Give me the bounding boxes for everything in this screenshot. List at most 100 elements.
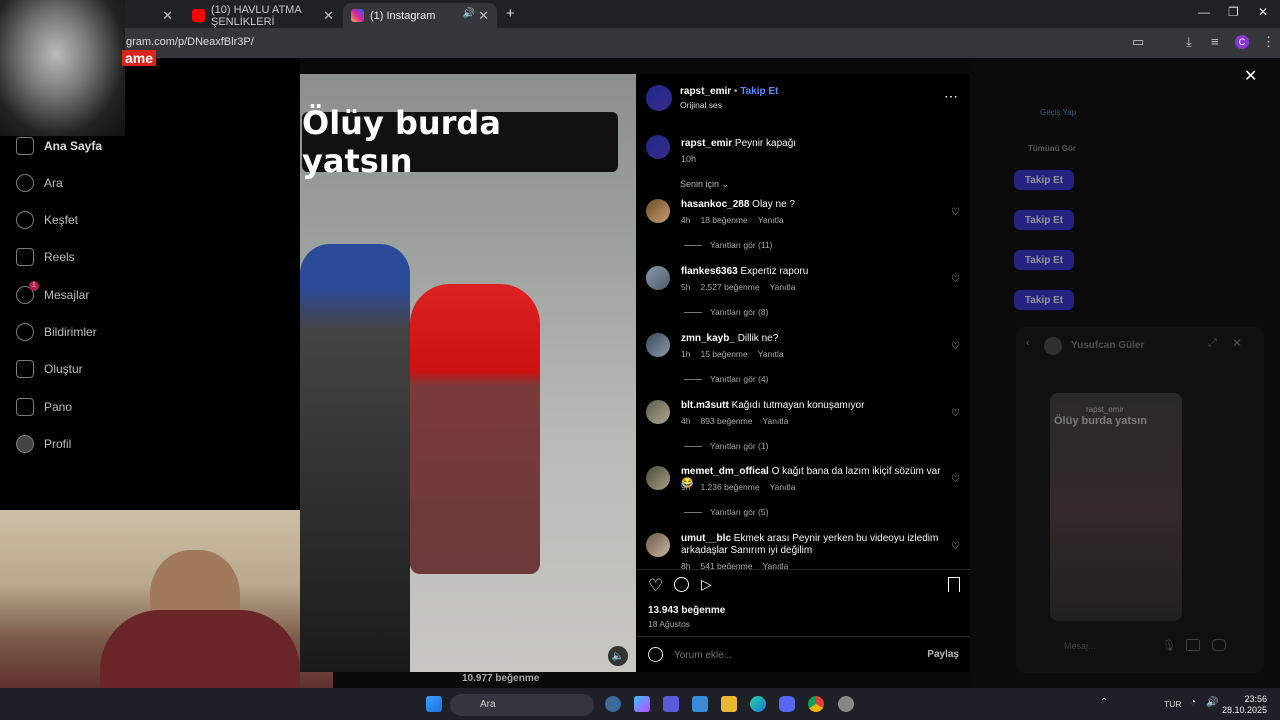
minimize-button[interactable]: — <box>1198 5 1210 19</box>
message-input[interactable]: Mesaj... <box>1064 641 1096 651</box>
sidebar-item-create[interactable]: Oluştur <box>16 360 83 378</box>
commenter-avatar[interactable] <box>646 266 670 290</box>
see-all-link[interactable]: Tümünü Gör <box>1028 144 1076 153</box>
close-tab-icon[interactable]: ✕ <box>323 8 334 24</box>
switch-account-link[interactable]: Geçiş Yap <box>1040 108 1076 117</box>
post-comment-button[interactable]: Paylaş <box>927 649 959 660</box>
microphone-icon[interactable]: 🎙 <box>1162 639 1176 652</box>
like-icon[interactable]: ♡ <box>648 576 663 596</box>
emoji-icon[interactable] <box>648 647 663 662</box>
menu-icon[interactable]: ⋮ <box>1262 34 1275 50</box>
comment-likes[interactable]: 15 beğenme <box>700 349 747 359</box>
author-avatar[interactable] <box>646 85 672 111</box>
like-comment-icon[interactable]: ♡ <box>951 474 960 485</box>
reply-button[interactable]: Yanıtla <box>770 482 796 492</box>
chat-avatar[interactable] <box>1044 337 1062 355</box>
suggest-follow-button[interactable]: Takip Et <box>1014 210 1074 230</box>
sort-dropdown[interactable]: Senin için ⌄ <box>680 179 729 190</box>
caption-username[interactable]: rapst_emir <box>681 138 732 149</box>
reply-button[interactable]: Yanıtla <box>770 282 796 292</box>
close-window-button[interactable]: ✕ <box>1258 5 1268 19</box>
like-comment-icon[interactable]: ♡ <box>951 408 960 419</box>
reply-button[interactable]: Yanıtla <box>758 349 784 359</box>
close-modal-icon[interactable]: ✕ <box>1244 66 1257 86</box>
suggest-follow-button[interactable]: Takip Et <box>1014 250 1074 270</box>
speaker-icon[interactable]: 🔊 <box>463 8 475 19</box>
new-tab-button[interactable]: + <box>506 5 515 22</box>
view-replies-button[interactable]: Yanıtları gör (5) <box>684 507 768 517</box>
media-icon[interactable]: ≡ <box>1211 34 1219 49</box>
tab-instagram[interactable]: (1) Instagram 🔊 ✕ <box>343 3 497 28</box>
sidebar-item-dashboard[interactable]: Pano <box>16 398 72 416</box>
commenter-username[interactable]: hasankoc_288 <box>681 199 749 210</box>
sidebar-item-messages[interactable]: 1 Mesajlar <box>16 281 89 304</box>
author-username[interactable]: rapst_emir <box>680 86 731 97</box>
view-replies-button[interactable]: Yanıtları gör (1) <box>684 441 768 451</box>
shared-reel-preview[interactable]: rapst_emir Ölüy burda yatsın <box>1050 393 1182 621</box>
image-icon[interactable] <box>1186 639 1200 651</box>
sidebar-item-search[interactable]: Ara <box>16 174 63 192</box>
commenter-username[interactable]: flankes6363 <box>681 266 738 277</box>
volume-icon[interactable]: 🔊 <box>1206 697 1218 708</box>
post-likes[interactable]: 13.943 beğenme <box>648 605 725 616</box>
commenter-username[interactable]: memet_dm_offical <box>681 466 769 477</box>
suggest-follow-button[interactable]: Takip Et <box>1014 290 1074 310</box>
wifi-icon[interactable]: ◔ <box>1190 697 1196 708</box>
commenter-username[interactable]: umut__blc <box>681 533 731 544</box>
discord-icon[interactable] <box>779 696 795 712</box>
reel-video[interactable]: Ölüy burda yatsın 🔈 <box>300 74 636 672</box>
copilot-icon[interactable] <box>634 696 650 712</box>
more-options-icon[interactable]: ⋯ <box>944 88 958 105</box>
close-chat-icon[interactable]: ✕ <box>1232 336 1242 350</box>
reply-button[interactable]: Yanıtla <box>762 416 788 426</box>
follow-button[interactable]: Takip Et <box>740 86 778 97</box>
share-icon[interactable]: ▷ <box>701 576 712 593</box>
chat-username[interactable]: Yusufcan Güler <box>1071 340 1144 351</box>
sticker-icon[interactable] <box>1212 639 1226 651</box>
commenter-username[interactable]: blt.m3sutt <box>681 400 729 411</box>
url-field[interactable]: gram.com/p/DNeaxfBlr3P/ <box>126 36 254 48</box>
comment-likes[interactable]: 893 beğenme <box>700 416 752 426</box>
close-tab-icon[interactable]: ✕ <box>478 8 489 24</box>
comment-likes[interactable]: 1.236 beğenme <box>700 482 759 492</box>
commenter-avatar[interactable] <box>646 333 670 357</box>
profile-avatar[interactable]: C <box>1235 35 1249 49</box>
store-icon[interactable] <box>692 696 708 712</box>
commenter-avatar[interactable] <box>646 400 670 424</box>
like-comment-icon[interactable]: ♡ <box>951 207 960 218</box>
expand-icon[interactable]: ⤢ <box>1208 337 1217 350</box>
like-comment-icon[interactable]: ♡ <box>951 541 960 552</box>
sidebar-item-explore[interactable]: Keşfet <box>16 211 78 229</box>
system-clock[interactable]: 23:56 28.10.2025 <box>1222 694 1267 716</box>
reply-button[interactable]: Yanıtla <box>758 215 784 225</box>
settings-icon[interactable] <box>838 696 854 712</box>
language-indicator[interactable]: TUR <box>1164 699 1181 709</box>
maximize-button[interactable]: ❐ <box>1228 5 1239 19</box>
like-comment-icon[interactable]: ♡ <box>951 274 960 285</box>
edge-icon[interactable] <box>750 696 766 712</box>
windows-start-icon[interactable] <box>426 696 442 712</box>
commenter-avatar[interactable] <box>646 199 670 223</box>
comment-likes[interactable]: 2.527 beğenme <box>700 282 759 292</box>
comment-icon[interactable] <box>674 577 689 592</box>
tab-hidden[interactable]: ✕ <box>125 3 181 28</box>
commenter-avatar[interactable] <box>646 533 670 557</box>
view-replies-button[interactable]: Yanıtları gör (8) <box>684 307 768 317</box>
cast-icon[interactable]: ▭ <box>1132 34 1144 50</box>
sidebar-item-home[interactable]: Ana Sayfa <box>16 137 102 155</box>
taskbar-search[interactable]: Ara <box>450 694 594 716</box>
commenter-username[interactable]: zmn_kayb_ <box>681 333 735 344</box>
like-comment-icon[interactable]: ♡ <box>951 341 960 352</box>
suggest-follow-button[interactable]: Takip Et <box>1014 170 1074 190</box>
bookmark-icon[interactable] <box>948 577 960 592</box>
commenter-avatar[interactable] <box>646 466 670 490</box>
folder-icon[interactable] <box>721 696 737 712</box>
tab-youtube[interactable]: (10) HAVLU ATMA ŞENLİKLERİ ✕ <box>184 3 342 28</box>
back-icon[interactable]: ‹ <box>1026 337 1030 349</box>
view-replies-button[interactable]: Yanıtları gör (11) <box>684 240 773 250</box>
sidebar-item-notifications[interactable]: Bildirimler <box>16 323 97 341</box>
widget-icon[interactable] <box>605 696 621 712</box>
comment-likes[interactable]: 18 beğenme <box>700 215 747 225</box>
close-tab-icon[interactable]: ✕ <box>162 8 173 24</box>
comment-likes[interactable]: 541 beğenme <box>700 561 752 569</box>
